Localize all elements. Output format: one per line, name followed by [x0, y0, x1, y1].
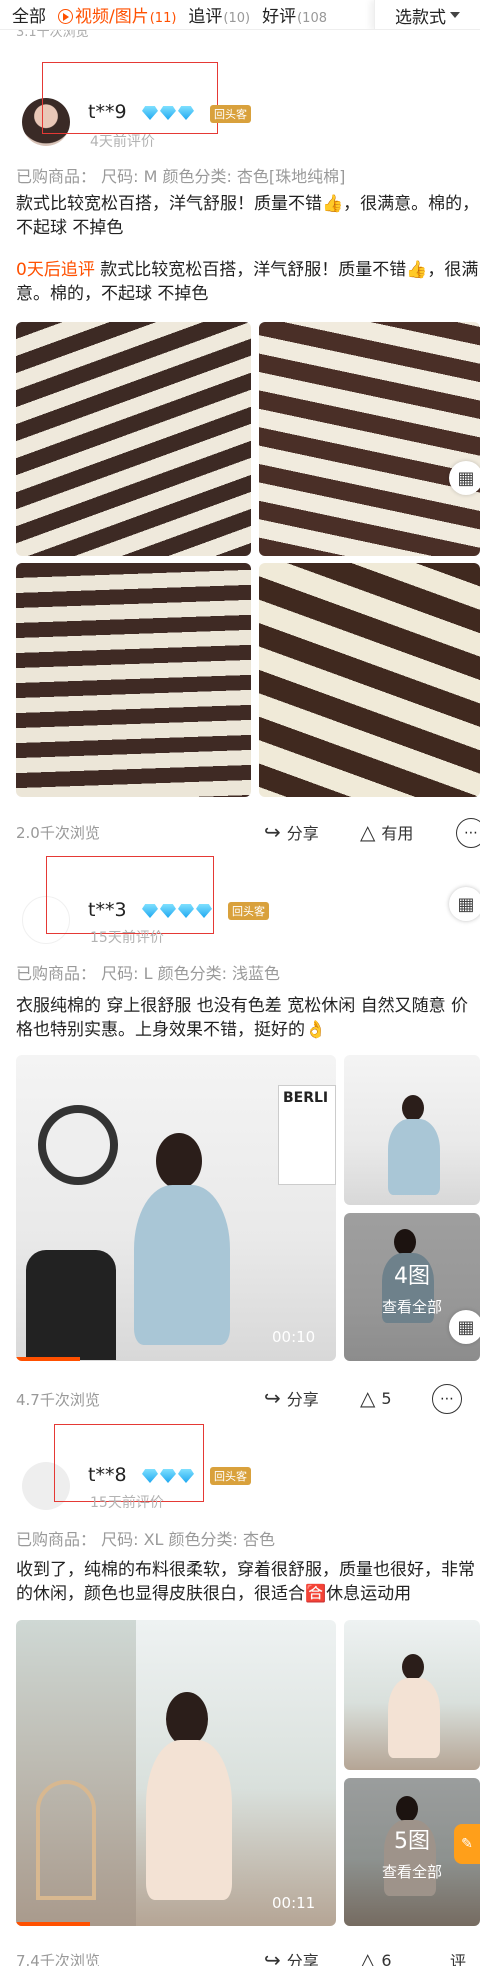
style-select[interactable]: 选款式	[374, 0, 480, 29]
tab-good[interactable]: 好评 (108	[262, 2, 327, 27]
tab-label: 视频/图片	[75, 7, 149, 27]
view-all-label: 查看全部	[381, 1862, 442, 1881]
level-diamonds	[142, 1469, 196, 1483]
username[interactable]: t**8	[88, 1464, 127, 1486]
review-card: t**8 回头客 15天前评价 已购商品： 尺码: XL 颜色分类: 杏色 收到…	[0, 0, 480, 1966]
filter-bar: 全部 视频/图片 (11) 追评 (10) 好评 (108 选款式	[0, 0, 480, 30]
diamond-icon	[160, 1469, 176, 1483]
tab-all[interactable]: 全部	[12, 2, 46, 27]
tab-followup[interactable]: 追评 (10)	[188, 2, 250, 27]
person-head	[402, 1654, 424, 1680]
person-head	[166, 1692, 208, 1746]
tab-count: (11)	[149, 11, 177, 26]
review-video[interactable]	[16, 1620, 336, 1926]
cart-float-icon[interactable]: ✎	[454, 1824, 480, 1864]
tab-label: 追评	[188, 7, 223, 27]
person-figure	[388, 1678, 440, 1758]
purchase-info: 已购商品： 尺码: XL 颜色分类: 杏色	[16, 1530, 276, 1549]
review-time: 15天前评价	[90, 1495, 164, 1511]
tab-label: 全部	[12, 7, 46, 27]
tab-count: (10)	[223, 11, 251, 26]
write-review-float[interactable]: 评	[450, 1948, 466, 1966]
tab-label: 好评	[262, 7, 297, 27]
review-photo[interactable]	[344, 1620, 480, 1770]
useful-count: 6	[381, 1950, 392, 1966]
diamond-icon	[178, 1469, 194, 1483]
review-text: 收到了，纯棉的布料很柔软，穿着很舒服，质量也很好，非常的休闲，颜色也显得皮肤很白…	[16, 1560, 475, 1604]
share-button[interactable]: ↪ 分享	[264, 1948, 319, 1966]
write-review-label: 评	[450, 1952, 467, 1966]
useful-button[interactable]: △ 6	[360, 1948, 392, 1966]
more-count: 5图	[394, 1828, 430, 1854]
style-select-label: 选款式	[395, 7, 446, 28]
video-time: 00:11	[272, 1894, 316, 1912]
play-icon	[58, 9, 73, 24]
share-label: 分享	[286, 1952, 319, 1966]
diamond-icon	[142, 1469, 158, 1483]
highlight-box	[54, 1424, 204, 1502]
repeat-customer-badge: 回头客	[210, 1467, 251, 1485]
tab-count: (108	[297, 11, 327, 26]
triangle-up-icon: △	[360, 1948, 376, 1966]
video-progress	[16, 1922, 90, 1926]
share-icon: ↪	[264, 1948, 281, 1966]
view-count: 7.4千次浏览	[16, 1952, 100, 1966]
chevron-down-icon	[450, 12, 460, 18]
table	[36, 1780, 96, 1900]
tab-video-photo[interactable]: 视频/图片 (11)	[58, 2, 176, 27]
person-figure	[146, 1740, 232, 1900]
